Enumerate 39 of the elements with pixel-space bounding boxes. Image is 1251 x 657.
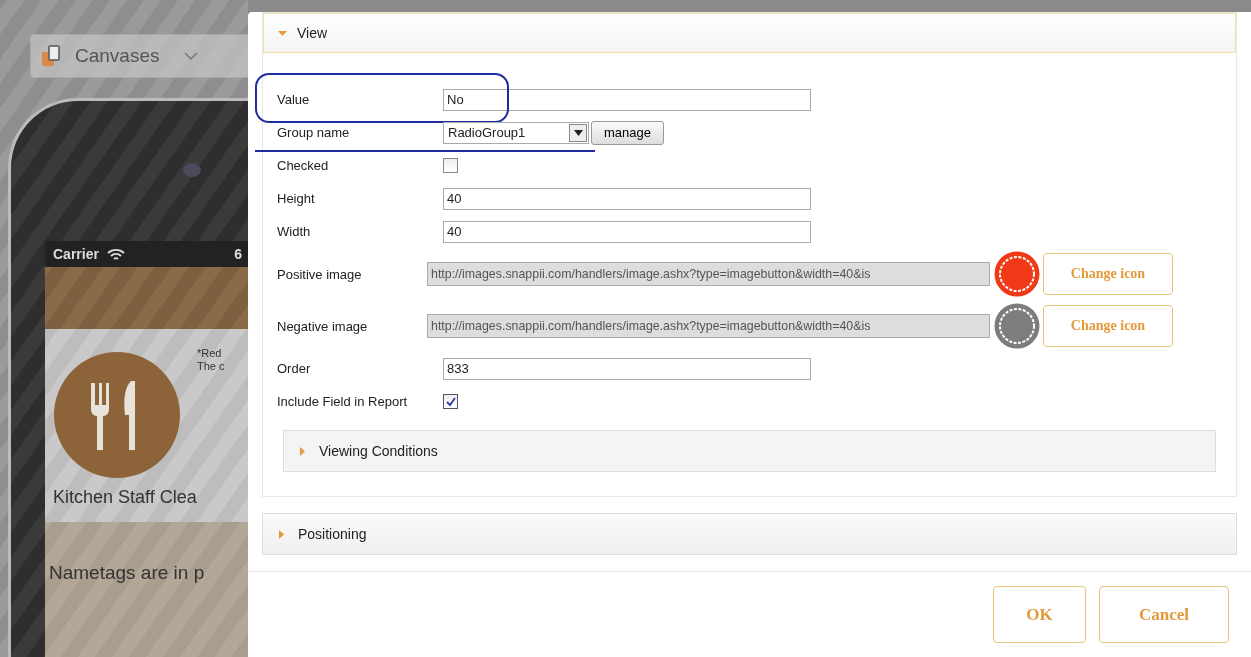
caret-icon	[298, 446, 307, 456]
text-field[interactable]: 40	[443, 220, 811, 243]
carrier-label: Carrier	[53, 246, 99, 262]
devices-icon	[41, 45, 63, 67]
note-text: *Red The c	[197, 347, 225, 374]
caret-icon	[277, 529, 286, 539]
checkbox[interactable]	[443, 394, 458, 409]
field-label: Include Field in Report	[277, 394, 409, 409]
fork-knife-icon	[53, 351, 181, 479]
field-label: Width	[277, 224, 312, 239]
chevron-down-icon	[183, 51, 198, 61]
circle-image-icon	[994, 251, 1040, 297]
circle-image-icon	[994, 303, 1040, 349]
checkbox[interactable]	[443, 158, 458, 173]
field-label: Positive image	[277, 266, 363, 282]
field-label: Height	[277, 191, 316, 206]
field-label: Checked	[277, 158, 330, 173]
item-title: Kitchen Staff Clea	[53, 487, 198, 508]
field-label: Order	[277, 361, 312, 376]
caret-icon	[573, 129, 583, 136]
view-section-header[interactable]: View	[263, 13, 1236, 53]
list-item: Nametags are in p	[45, 522, 248, 657]
text-field[interactable]: 40	[443, 187, 811, 210]
caret-icon	[278, 28, 287, 38]
manage-button[interactable]: manage	[591, 120, 664, 145]
field-label: Negative image	[277, 318, 369, 334]
time-label: 6	[234, 246, 242, 262]
camera-icon	[183, 163, 201, 177]
field-label: Value	[277, 92, 311, 107]
url-field: http://images.snappii.com/handlers/image.ashx?type=imagebutton&width=40&is	[427, 262, 990, 286]
url-field: http://images.snappii.com/handlers/image.ashx?type=imagebutton&width=40&is	[427, 314, 990, 338]
text-field[interactable]: No	[443, 88, 811, 111]
wifi-icon	[106, 247, 125, 261]
viewing-conditions-header[interactable]: Viewing Conditions	[283, 430, 1216, 472]
text-field[interactable]: 833	[443, 357, 811, 380]
field-label: Group name	[277, 125, 351, 140]
canvases-dropdown[interactable]: Canvases	[30, 34, 248, 78]
group-dropdown[interactable]: RadioGroup1	[443, 121, 589, 144]
positioning-header[interactable]: Positioning	[262, 513, 1237, 555]
